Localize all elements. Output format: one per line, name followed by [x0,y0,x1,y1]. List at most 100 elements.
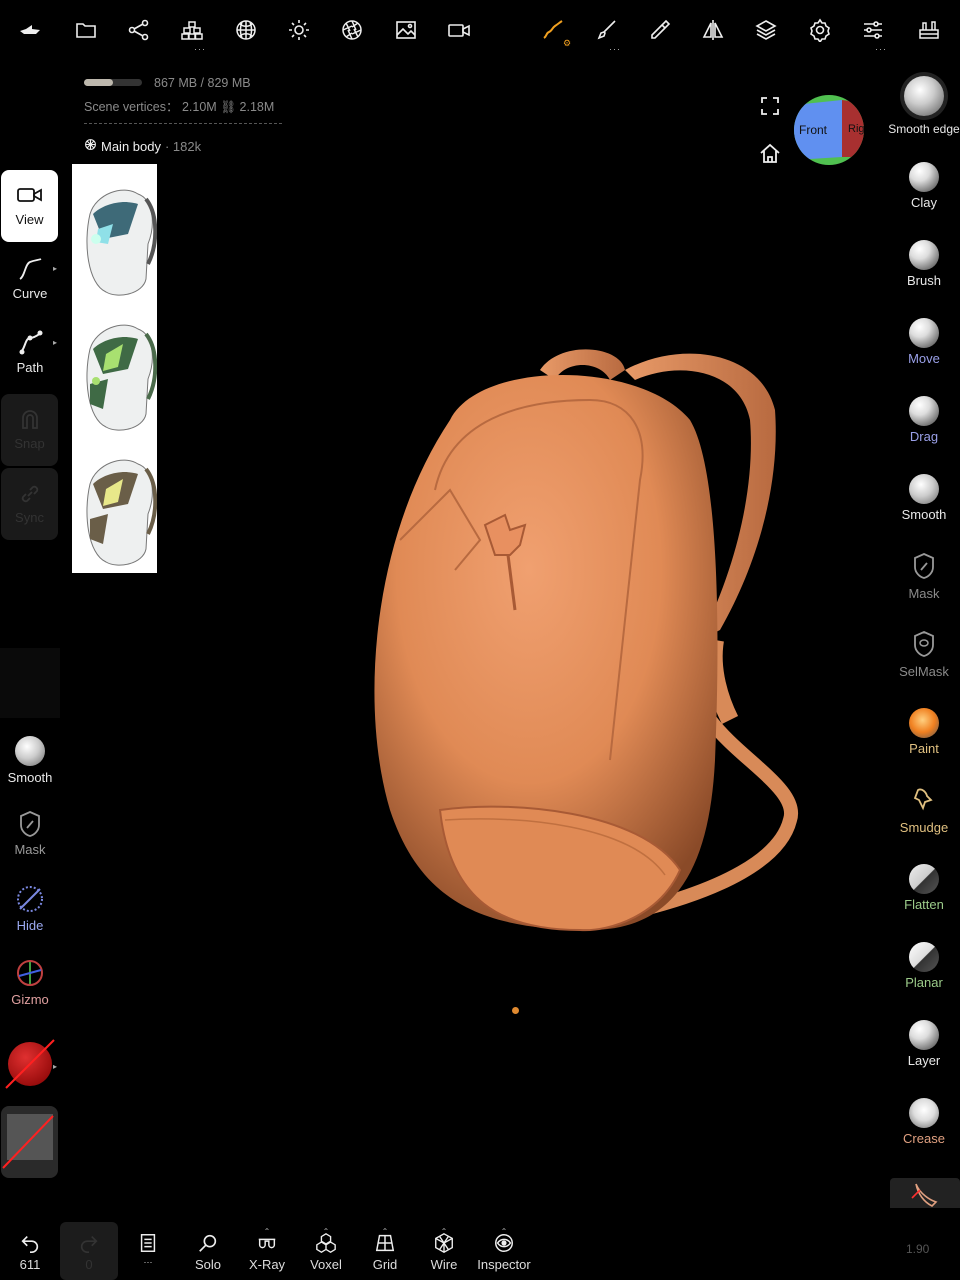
color-swatch[interactable] [5,1039,55,1089]
fullscreen-icon[interactable] [758,94,782,118]
mesh-selector[interactable]: Main body · 182k [84,138,201,154]
camera-aperture-icon[interactable] [336,14,368,46]
linked-vertices: 2.18M [239,100,275,114]
smooth-sphere-icon [15,736,45,766]
search-icon [199,1234,217,1252]
tool-smudge[interactable]: Smudge [888,786,960,835]
top-toolbar: ··· ⚙ ··· ··· [0,0,960,60]
tool-smooth-edge[interactable]: Smooth edge [888,76,960,136]
reference-image[interactable] [72,164,158,573]
hide-tool-button[interactable]: Hide [0,884,60,933]
history-button[interactable]: ··· [120,1232,176,1267]
tool-drag[interactable]: Drag [888,396,960,444]
undo-icon [21,1235,39,1253]
gizmo-tool-button[interactable]: Gizmo [0,958,60,1007]
magnet-icon [21,410,38,429]
home-icon[interactable] [758,142,782,166]
document-icon [140,1234,156,1252]
memory-text: 867 MB / 829 MB [154,76,251,90]
tools-icon[interactable] [913,14,945,46]
voxel-button[interactable]: ⌃ Voxel [298,1227,354,1272]
inspector-button[interactable]: ⌃ Inspector [470,1227,538,1272]
smooth-edge-sphere-icon [904,76,944,116]
planar-sphere-icon [909,942,939,972]
sync-button[interactable]: Sync [1,468,58,540]
picker-icon[interactable] [644,14,676,46]
smudge-finger-icon [913,788,933,811]
video-camera-icon [16,188,42,202]
settings-icon[interactable] [804,14,836,46]
tool-layer[interactable]: Layer [888,1020,960,1068]
brush-sphere-icon [909,240,939,270]
tool-selmask[interactable]: SelMask [888,630,960,679]
xray-button[interactable]: ⌃ X-Ray [239,1227,295,1272]
pivot-point[interactable] [512,1007,519,1014]
redo-icon [80,1235,98,1253]
boat-icon[interactable] [14,14,46,46]
backpack-model[interactable] [360,340,810,940]
crease-sphere-icon [909,1098,939,1128]
curve-button[interactable]: Curve ▸ [0,256,60,301]
mask-shield-icon [914,553,934,579]
mesh-icon [84,138,97,154]
tool-more[interactable] [890,1178,960,1208]
layers-icon[interactable] [750,14,782,46]
view-cube-right: Rig [848,123,864,135]
bottom-toolbar: 611 0 ··· Solo ⌃ X-Ray ⌃ Voxel ⌃ Grid ⌃ … [0,1220,960,1280]
tool-smooth[interactable]: Smooth [888,474,960,522]
grid-button[interactable]: ⌃ Grid [357,1227,413,1272]
path-button[interactable]: Path ▸ [0,330,60,375]
scene-vertices-label: Scene vertices： 2.10M [84,100,217,114]
path-icon [19,330,43,355]
smooth-sphere-icon [909,474,939,504]
sliders-icon[interactable] [857,14,889,46]
view-cube-front: Front [799,123,828,137]
material-sphere-icon[interactable] [230,14,262,46]
move-sphere-icon [909,318,939,348]
smooth-tool-button[interactable]: Smooth [0,736,60,785]
light-icon[interactable] [283,14,315,46]
link-chain-icon [21,485,38,503]
paint-sphere-icon [909,708,939,738]
brush-icon[interactable] [591,14,623,46]
drag-sphere-icon [909,396,939,426]
wire-button[interactable]: ⌃ Wire [416,1227,472,1272]
view-button[interactable]: View [1,170,58,242]
topology-icon[interactable] [176,14,208,46]
mask-shield-icon [20,811,40,837]
scene-vertices: Scene vertices： 2.10M ⛓ 2.18M [84,96,274,115]
material-swatch[interactable] [1,1106,58,1178]
solo-button[interactable]: Solo [180,1232,236,1272]
mesh-name: Main body [101,138,161,154]
fps-readout: 1.90 [906,1242,930,1256]
video-icon[interactable] [443,14,475,46]
layer-sphere-icon [909,1020,939,1050]
scene-graph-icon[interactable] [123,14,155,46]
symmetry-icon[interactable] [697,14,729,46]
clay-sphere-icon [909,162,939,192]
divider [84,123,282,124]
snap-button[interactable]: Snap [1,394,58,466]
tool-clay[interactable]: Clay [888,162,960,210]
memory-bar [84,79,142,86]
curve-icon [19,258,42,280]
mesh-count: · 182k [164,138,202,154]
tool-mask[interactable]: Mask [888,552,960,601]
link-icon: ⛓ [220,100,240,114]
gizmo-icon [17,960,43,986]
undo-button[interactable]: 611 [2,1232,58,1272]
flatten-sphere-icon [909,864,939,894]
redo-button[interactable]: 0 [60,1222,118,1280]
hide-grid-icon [17,886,43,912]
tool-brush[interactable]: Brush [888,240,960,288]
tool-flatten[interactable]: Flatten [888,864,960,912]
mask-tool-button[interactable]: Mask [0,810,60,857]
selmask-shield-icon [914,631,934,657]
tool-paint[interactable]: Paint [888,708,960,756]
tool-crease[interactable]: Crease [888,1098,960,1146]
view-cube[interactable]: Front Rig [794,95,864,165]
tool-planar[interactable]: Planar [888,942,960,990]
tool-move[interactable]: Move [888,318,960,366]
folder-icon[interactable] [70,14,102,46]
image-icon[interactable] [390,14,422,46]
